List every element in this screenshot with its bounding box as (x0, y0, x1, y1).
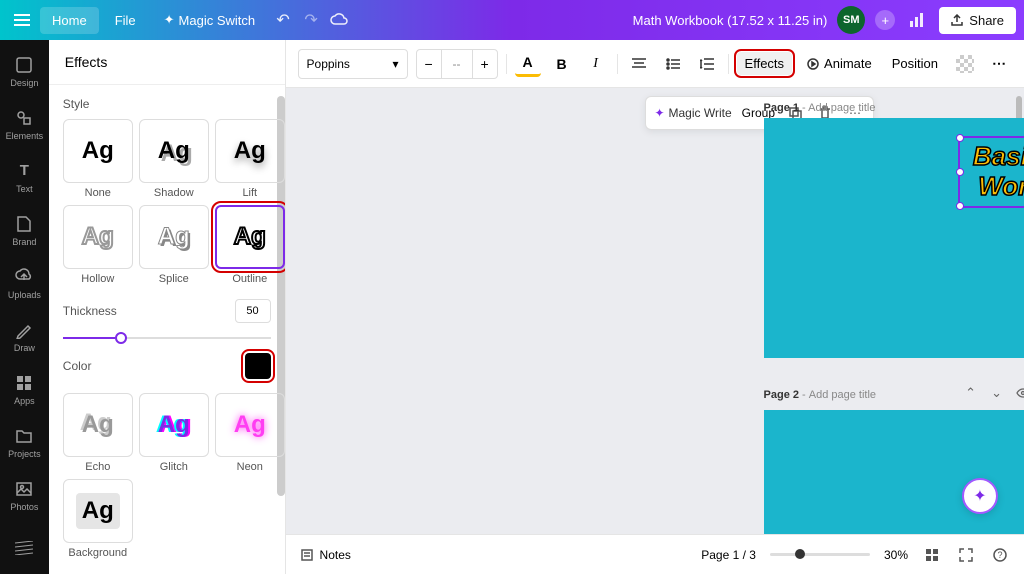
document-title[interactable]: Math Workbook (17.52 x 11.25 in) (633, 13, 828, 28)
page-down-icon[interactable]: ⌄ (988, 384, 1006, 402)
zoom-value[interactable]: 30% (884, 548, 908, 562)
nav-home[interactable]: Home (40, 7, 99, 34)
resize-handle[interactable] (956, 202, 964, 210)
style-neon[interactable]: AgNeon (215, 393, 285, 473)
page-up-icon[interactable]: ⌃ (962, 384, 980, 402)
style-shadow[interactable]: AgShadow (139, 119, 209, 199)
rail-text[interactable]: TText (0, 150, 49, 203)
position-button[interactable]: Position (886, 52, 944, 75)
context-toolbar: Poppins▾ − -- + A B I Effects Animate Po… (286, 40, 1024, 88)
style-background[interactable]: AgBackground (63, 479, 133, 559)
style-outline[interactable]: AgOutline (215, 205, 285, 285)
color-label: Color (63, 359, 92, 373)
share-button[interactable]: Share (939, 7, 1016, 34)
transparency-icon[interactable] (952, 51, 978, 77)
apps-icon (13, 372, 35, 394)
bottom-bar: Notes Page 1 / 3 30% ? (286, 534, 1024, 574)
rail-more[interactable] (0, 521, 49, 574)
text-color-icon[interactable]: A (515, 51, 541, 77)
chevron-down-icon: ▾ (393, 57, 399, 71)
design-icon (13, 54, 35, 76)
canvas[interactable]: ✦Magic Write Group ⋯ Page 1 - Add page t… (286, 88, 1024, 534)
rail-photos[interactable]: Photos (0, 468, 49, 521)
hamburger-icon[interactable] (8, 6, 36, 34)
more-icon[interactable]: ⋯ (986, 51, 1012, 77)
add-member-icon[interactable]: + (875, 10, 895, 30)
redo-icon[interactable]: ↷ (299, 8, 323, 32)
text-element[interactable]: Basic MathWorkbook ⟳ (958, 136, 1024, 208)
page-1[interactable]: Basic MathWorkbook ⟳ (764, 118, 1024, 358)
rail-design[interactable]: Design (0, 44, 49, 97)
effects-sidebar: Effects Style AgNone AgShadow AgLift AgH… (49, 40, 286, 574)
text-icon: T (13, 160, 35, 182)
sidebar-header: Effects (49, 40, 285, 85)
more-pattern-icon (13, 537, 35, 559)
page-hide-icon[interactable] (1014, 384, 1024, 402)
bold-icon[interactable]: B (549, 51, 575, 77)
nav-magic-switch[interactable]: ✦Magic Switch (152, 6, 267, 34)
cloud-sync-icon[interactable] (327, 8, 351, 32)
grid-view-icon[interactable] (922, 545, 942, 565)
page-status: Page 1 / 3 (701, 548, 756, 562)
draw-icon (13, 319, 35, 341)
side-rail: Design Elements TText Brand Uploads Draw… (0, 40, 49, 574)
avatar[interactable]: SM (837, 6, 865, 34)
zoom-slider[interactable] (770, 553, 870, 556)
uploads-icon (13, 266, 35, 288)
spacing-icon[interactable] (694, 51, 720, 77)
style-echo[interactable]: AgEcho (63, 393, 133, 473)
notes-button[interactable]: Notes (300, 548, 351, 562)
font-select[interactable]: Poppins▾ (298, 49, 408, 79)
style-hollow[interactable]: AgHollow (63, 205, 133, 285)
font-size-plus[interactable]: + (473, 50, 497, 78)
style-glitch[interactable]: AgGlitch (139, 393, 209, 473)
rail-brand[interactable]: Brand (0, 203, 49, 256)
resize-handle[interactable] (956, 134, 964, 142)
thickness-value[interactable]: 50 (235, 299, 271, 323)
photos-icon (13, 478, 35, 500)
magic-write-button[interactable]: ✦Magic Write (654, 106, 731, 120)
align-icon[interactable] (626, 51, 652, 77)
magic-fab-icon[interactable]: ✦ (962, 478, 998, 514)
undo-icon[interactable]: ↶ (271, 8, 295, 32)
page-1-header[interactable]: Page 1 - Add page title (764, 102, 1024, 114)
thickness-label: Thickness (63, 304, 117, 318)
nav-file[interactable]: File (103, 7, 148, 34)
italic-icon[interactable]: I (583, 51, 609, 77)
projects-icon (13, 425, 35, 447)
rail-elements[interactable]: Elements (0, 97, 49, 150)
rail-apps[interactable]: Apps (0, 362, 49, 415)
svg-text:?: ? (997, 550, 1002, 560)
analytics-icon[interactable] (905, 8, 929, 32)
rail-uploads[interactable]: Uploads (0, 256, 49, 309)
style-section-label: Style (63, 97, 271, 111)
elements-icon (13, 107, 35, 129)
effects-button[interactable]: Effects (737, 52, 793, 75)
style-lift[interactable]: AgLift (215, 119, 285, 199)
rail-projects[interactable]: Projects (0, 415, 49, 468)
help-icon[interactable]: ? (990, 545, 1010, 565)
style-splice[interactable]: AgSplice (139, 205, 209, 285)
resize-handle[interactable] (956, 168, 964, 176)
page-2-header[interactable]: Page 2 - Add page title ⌃ ⌄ (764, 384, 1024, 406)
page-2[interactable] (764, 410, 1024, 534)
rail-draw[interactable]: Draw (0, 309, 49, 362)
expand-timeline-icon[interactable] (645, 526, 665, 530)
style-none[interactable]: AgNone (63, 119, 133, 199)
brand-icon (13, 213, 35, 235)
animate-button[interactable]: Animate (800, 52, 878, 75)
font-size-value[interactable]: -- (441, 50, 473, 78)
thickness-slider[interactable] (63, 337, 271, 339)
outline-color-swatch[interactable] (245, 353, 271, 379)
list-icon[interactable] (660, 51, 686, 77)
font-size-minus[interactable]: − (417, 50, 441, 78)
fullscreen-icon[interactable] (956, 545, 976, 565)
